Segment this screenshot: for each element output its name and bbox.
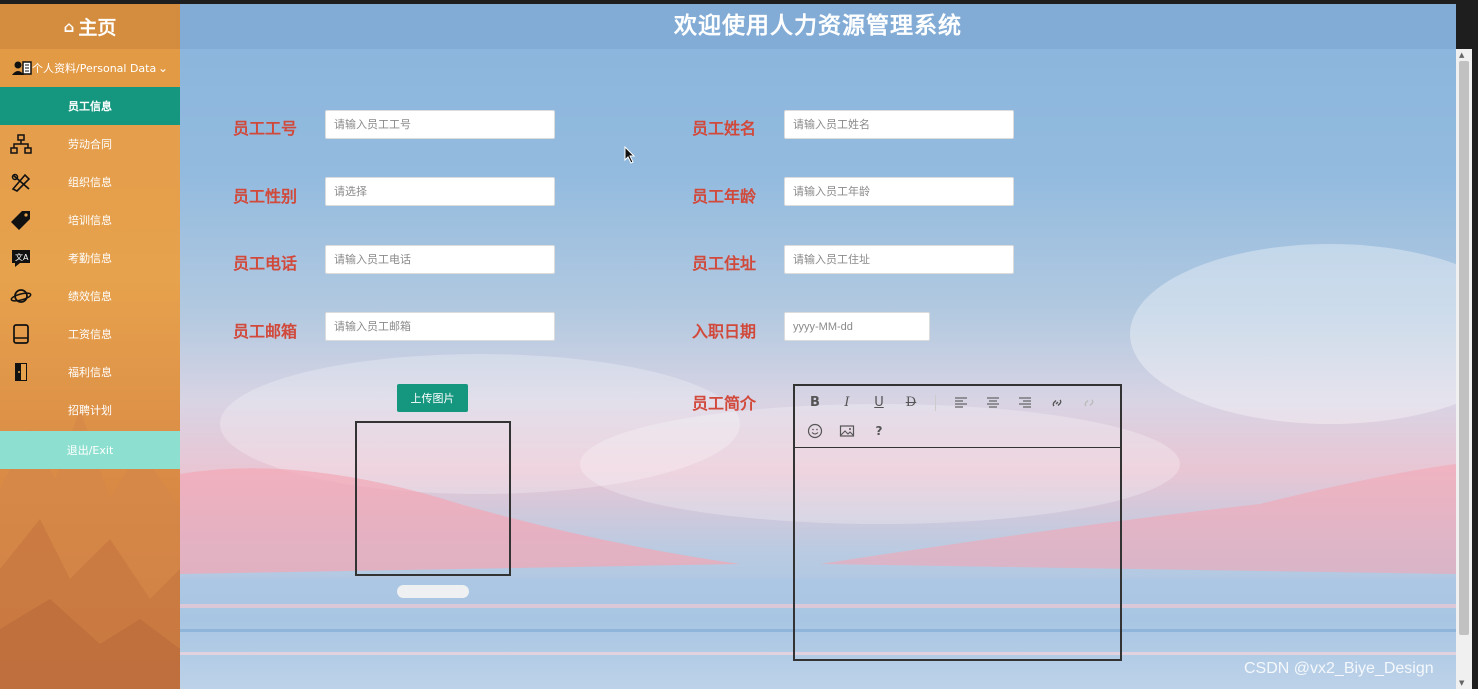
align-left-icon[interactable] (953, 395, 969, 411)
intro-label: 员工简介 (692, 394, 757, 413)
personal-data-menu[interactable]: 个人资料/Personal Data ⌄ (0, 49, 180, 87)
hire-date-label: 入职日期 (692, 322, 757, 341)
link-icon[interactable] (1049, 395, 1065, 411)
age-input[interactable] (784, 177, 1014, 206)
sidebar-item-performance-info[interactable]: 绩效信息 (0, 277, 180, 315)
phone-label: 员工电话 (233, 254, 298, 273)
help-icon[interactable]: ? (871, 423, 887, 439)
strikethrough-icon[interactable]: D (903, 395, 919, 411)
unlink-icon[interactable] (1081, 395, 1097, 411)
emp-name-label: 员工姓名 (692, 119, 757, 138)
bold-icon[interactable]: B (807, 395, 823, 411)
exit-label: 退出/Exit (66, 444, 114, 457)
sidebar-item-employee-info[interactable]: 员工信息 (0, 87, 180, 125)
vertical-scrollbar[interactable]: ▲ ▼ (1456, 49, 1472, 689)
sidebar-item-training-info[interactable]: 培训信息 (0, 201, 180, 239)
contact-card-icon (12, 61, 32, 75)
sidebar-item-welfare-info[interactable]: 福利信息 (0, 353, 180, 391)
image-icon[interactable] (839, 423, 855, 439)
image-pill-placeholder (397, 585, 469, 598)
sidebar-item-labor-contract[interactable]: 劳动合同 (0, 125, 180, 163)
sidebar-item-label: 员工信息 (68, 100, 112, 113)
home-link[interactable]: ⌂ 主页 (0, 4, 180, 49)
sidebar-item-label: 组织信息 (68, 176, 112, 189)
watermark: CSDN @vx2_Biye_Design (1244, 660, 1434, 677)
emp-no-input[interactable] (325, 110, 555, 139)
age-label: 员工年龄 (692, 187, 757, 206)
italic-icon[interactable]: I (839, 395, 855, 411)
chevron-down-icon: ⌄ (157, 61, 168, 75)
address-label: 员工住址 (692, 254, 757, 273)
sidebar-item-salary-info[interactable]: 工资信息 (0, 315, 180, 353)
sidebar-item-label: 福利信息 (68, 366, 112, 379)
emoji-icon[interactable] (807, 423, 823, 439)
exit-button[interactable]: 退出/Exit (0, 431, 180, 469)
rich-text-editor[interactable]: B I U D ? (793, 384, 1122, 661)
sidebar-item-label: 绩效信息 (68, 290, 112, 303)
home-label: 主页 (78, 17, 117, 39)
mouse-cursor-icon (624, 146, 636, 164)
sidebar-item-attendance-info[interactable]: 文A 考勤信息 (0, 239, 180, 277)
sidebar-item-label: 招聘计划 (68, 404, 112, 417)
scroll-down-icon[interactable]: ▼ (1459, 679, 1464, 687)
toolbar-divider (935, 395, 936, 411)
sidebar-item-org-info[interactable]: 组织信息 (0, 163, 180, 201)
email-label: 员工邮箱 (233, 322, 298, 341)
personal-data-label: 个人资料/Personal Data (32, 62, 157, 75)
underline-icon[interactable]: U (871, 395, 887, 411)
sidebar-item-label: 培训信息 (68, 214, 112, 227)
email-input[interactable] (325, 312, 555, 341)
emp-name-input[interactable] (784, 110, 1014, 139)
sidebar: ⌂ 主页 个人资料/Personal Data ⌄ 员工信息 劳动合同 组织信息… (0, 4, 180, 689)
emp-no-label: 员工工号 (233, 119, 298, 138)
phone-input[interactable] (325, 245, 555, 274)
upload-image-button[interactable]: 上传图片 (397, 384, 468, 412)
sidebar-item-label: 工资信息 (68, 328, 112, 341)
home-icon: ⌂ (63, 17, 75, 36)
image-preview (355, 421, 511, 576)
page-title: 欢迎使用人力资源管理系统 (180, 4, 1456, 49)
sidebar-item-label: 劳动合同 (68, 138, 112, 151)
sidebar-item-recruitment-plan[interactable]: 招聘计划 (0, 391, 180, 429)
main-content: 欢迎使用人力资源管理系统 员工工号 员工姓名 员工性别 员工年龄 员工电话 员工… (180, 4, 1456, 689)
editor-toolbar: B I U D ? (795, 386, 1120, 448)
hire-date-input[interactable] (784, 312, 930, 341)
address-input[interactable] (784, 245, 1014, 274)
align-right-icon[interactable] (1017, 395, 1033, 411)
sidebar-item-label: 考勤信息 (68, 252, 112, 265)
scroll-up-icon[interactable]: ▲ (1459, 51, 1464, 59)
gender-select[interactable] (325, 177, 555, 206)
gender-label: 员工性别 (233, 187, 298, 206)
align-center-icon[interactable] (985, 395, 1001, 411)
scrollbar-thumb[interactable] (1459, 61, 1469, 635)
